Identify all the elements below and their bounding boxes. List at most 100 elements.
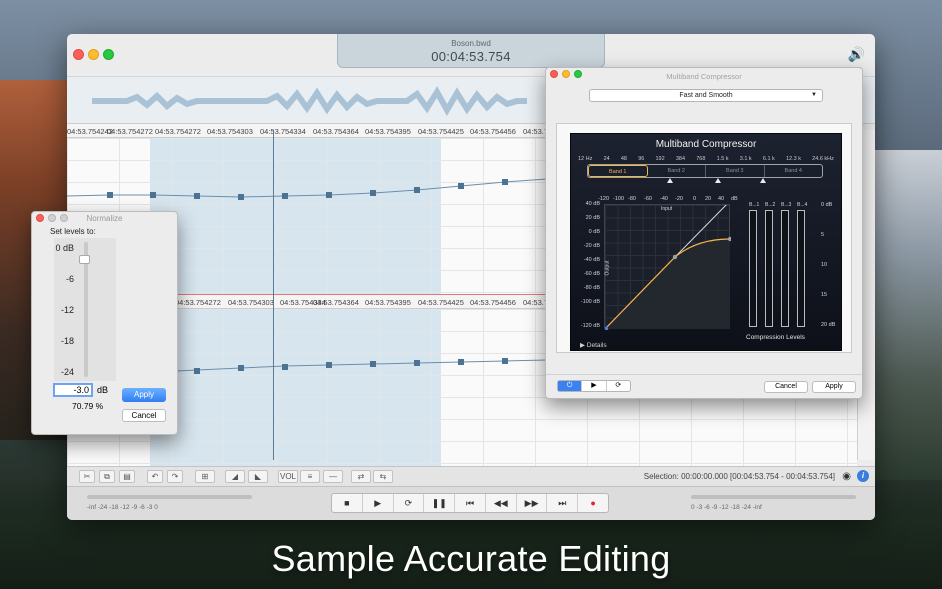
tick-label: -18 — [60, 336, 74, 346]
x-tick: -100 — [613, 196, 625, 202]
stop-button[interactable]: ■ — [332, 494, 363, 512]
fade-out-icon[interactable]: ◣ — [248, 470, 268, 483]
power-icon[interactable]: ⏻ — [558, 381, 583, 391]
loop-icon[interactable]: ⟳ — [607, 381, 630, 391]
band-2-meter — [765, 210, 773, 327]
apply-button[interactable]: Apply — [122, 388, 166, 402]
plugin-view: Multiband Compressor 12 Hz 24 48 96 192 … — [570, 133, 842, 351]
trim-icon[interactable]: ⊞ — [195, 470, 215, 483]
tick-label: -12 — [60, 305, 74, 315]
fade-in-icon[interactable]: ◢ — [225, 470, 245, 483]
cut-icon[interactable]: ✂ — [79, 470, 95, 483]
meter-scale-label: 0 dB — [821, 202, 833, 208]
go-to-end-button[interactable]: ⏭ — [547, 494, 579, 512]
x-tick: -40 — [660, 196, 668, 202]
freq-label: 24 — [603, 156, 610, 162]
x-tick: -20 — [675, 196, 683, 202]
plugin-title: Multiband Compressor — [655, 139, 757, 150]
crossover-markers — [667, 178, 766, 183]
loop-icon[interactable]: ⇆ — [373, 470, 393, 483]
right-meter-scale: 0 -3 -6 -9 -12 -18 -24 -inf — [691, 504, 762, 511]
normalize-dialog: Normalize Set levels to: 0 dB -6 -12 -18… — [31, 211, 178, 435]
meter-label: B...3 — [781, 202, 792, 208]
compression-levels-label: Compression Levels — [746, 334, 805, 341]
info-icon[interactable]: i — [857, 470, 869, 482]
fast-forward-button[interactable]: ▶▶ — [517, 494, 548, 512]
undo-icon[interactable]: ↶ — [147, 470, 163, 483]
x-tick: 20 — [705, 196, 712, 202]
freq-label: 384 — [675, 156, 686, 162]
compression-meters: B...1 B...2 B...3 B...4 — [749, 202, 809, 329]
frequency-scale: 12 Hz 24 48 96 192 384 768 1.5 k 3.1 k 6… — [578, 156, 834, 162]
meter-label: B...1 — [749, 202, 760, 208]
speaker-icon[interactable]: 🔊 — [848, 46, 865, 63]
selection-info: Selection: 00:00:00.000 [00:04:53.754 - … — [643, 472, 835, 481]
play-button[interactable]: ▶ — [363, 494, 394, 512]
time-display-panel: Boson.bwd 00:04:53.754 — [337, 34, 605, 68]
eye-icon[interactable]: ◉ — [842, 471, 851, 482]
unit-label: dB — [97, 385, 109, 395]
band-3-meter — [781, 210, 789, 327]
go-to-start-button[interactable]: ⏮ — [455, 494, 486, 512]
zoom-button[interactable] — [103, 49, 114, 60]
minimize-button[interactable] — [88, 49, 99, 60]
plugin-panel: Multiband Compressor 12 Hz 24 48 96 192 … — [556, 123, 852, 353]
band-1-meter — [749, 210, 757, 327]
x-tick: 40 — [718, 196, 725, 202]
right-level-meter — [691, 495, 856, 499]
tick-label: -6 — [65, 274, 74, 284]
tick-label: -24 — [60, 367, 74, 377]
y-tick: -100 dB — [580, 299, 600, 305]
paste-icon[interactable]: ▤ — [119, 470, 135, 483]
meter-scale-label: 15 — [821, 292, 828, 298]
cancel-button[interactable]: Cancel — [122, 409, 166, 422]
transport-bar: -inf -24 -18 -12 -9 -6 -3 0 ■ ▶ ⟳ ❚❚ ⏮ ◀… — [67, 486, 875, 520]
meter-scale-label: 20 dB — [821, 322, 836, 328]
preset-value: Fast and Smooth — [679, 92, 733, 99]
freq-label: 48 — [620, 156, 627, 162]
preview-controls: ⏻ ▶ ⟳ — [557, 380, 631, 392]
chevron-down-icon: ▼ — [811, 92, 817, 98]
close-button[interactable] — [73, 49, 84, 60]
freq-label: 12.3 k — [786, 156, 801, 162]
pause-button[interactable]: ❚❚ — [424, 494, 456, 512]
preset-select[interactable]: Fast and Smooth ▼ — [589, 89, 823, 102]
rewind-button[interactable]: ◀◀ — [486, 494, 517, 512]
time-display: 00:04:53.754 — [431, 49, 511, 64]
apply-button[interactable]: Apply — [812, 381, 856, 393]
reverse-icon[interactable]: ⇄ — [351, 470, 371, 483]
level-slider-knob[interactable] — [79, 254, 90, 264]
meter-scale-label: 5 — [821, 232, 825, 238]
record-button[interactable]: ● — [578, 494, 608, 512]
multiband-compressor-window: Multiband Compressor Fast and Smooth ▼ M… — [545, 67, 863, 399]
caption: Sample Accurate Editing — [271, 538, 671, 579]
redo-icon[interactable]: ↷ — [167, 470, 183, 483]
normalize-icon[interactable]: ≡ — [300, 470, 320, 483]
volume-button[interactable]: VOL — [278, 470, 298, 483]
meter-label: B...2 — [765, 202, 776, 208]
loop-button[interactable]: ⟳ — [394, 494, 425, 512]
dialog-title: Normalize — [86, 214, 123, 223]
cancel-button[interactable]: Cancel — [764, 381, 808, 393]
set-levels-label: Set levels to: — [50, 227, 96, 236]
y-tick: 40 dB — [585, 201, 600, 207]
background-mountain-right — [872, 150, 942, 480]
level-input[interactable]: -3.0 — [53, 383, 93, 397]
freq-label: 3.1 k — [739, 156, 752, 162]
transfer-curve — [605, 205, 731, 330]
meter-scale-label: 10 — [821, 262, 828, 268]
y-tick: -40 dB — [583, 257, 600, 263]
playhead-cursor[interactable] — [273, 130, 274, 460]
freq-label: 24.6 kHz — [812, 156, 834, 162]
freq-label: 1.5 k — [716, 156, 729, 162]
compressor-bottom-bar: ⏻ ▶ ⟳ Cancel Apply — [546, 374, 862, 400]
silence-icon[interactable]: — — [323, 470, 343, 483]
window-title: Multiband Compressor — [666, 72, 742, 81]
x-tick: 0 — [693, 196, 697, 202]
band-4-meter — [797, 210, 805, 327]
copy-icon[interactable]: ⧉ — [99, 470, 115, 483]
freq-label: 12 Hz — [578, 156, 593, 162]
transfer-curve-graph[interactable]: Input Output — [604, 204, 731, 330]
details-toggle[interactable]: ▶ Details — [580, 341, 607, 349]
play-icon[interactable]: ▶ — [582, 381, 607, 391]
